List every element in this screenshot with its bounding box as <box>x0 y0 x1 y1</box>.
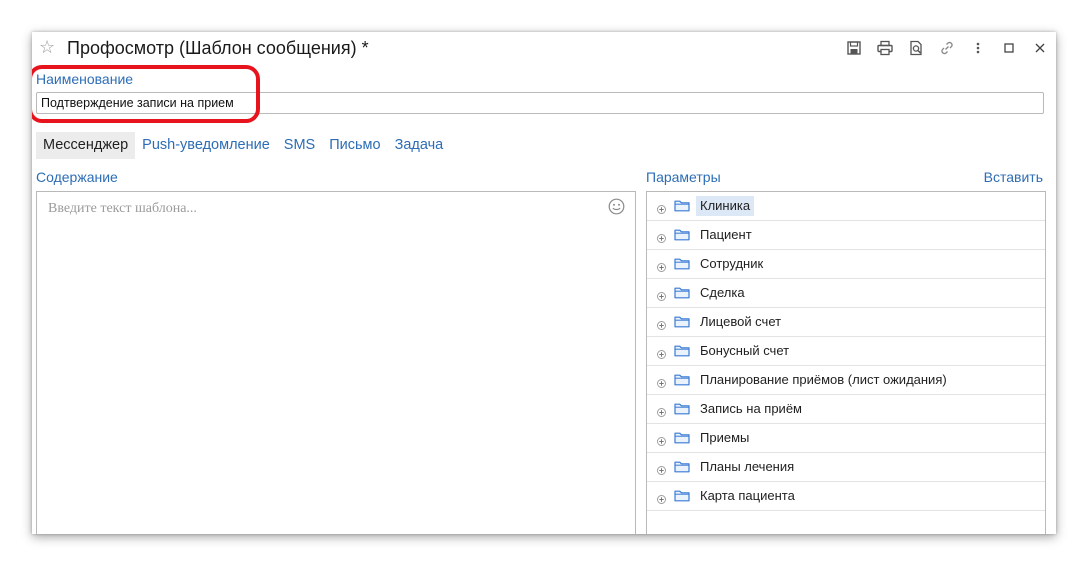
tab-push-notification[interactable]: Push-уведомление <box>135 132 277 159</box>
folder-icon <box>674 257 690 275</box>
title-bar: ☆ Профосмотр (Шаблон сообщения) * <box>32 32 1056 64</box>
tab-sms[interactable]: SMS <box>277 132 322 159</box>
expand-plus-icon[interactable] <box>657 433 666 446</box>
tree-row[interactable]: Сделка <box>647 279 1045 308</box>
template-text-editor[interactable]: Введите текст шаблона... <box>36 191 636 534</box>
parameters-tree: Клиника Пациент Сотрудник Сделка Лицевой… <box>646 191 1046 534</box>
expand-plus-icon[interactable] <box>657 346 666 359</box>
preview-icon[interactable] <box>903 38 928 58</box>
window-title: Профосмотр (Шаблон сообщения) * <box>67 38 369 58</box>
expand-plus-icon[interactable] <box>657 259 666 272</box>
tree-row[interactable]: Приемы <box>647 424 1045 453</box>
expand-plus-icon[interactable] <box>657 491 666 504</box>
tree-item-label: Приемы <box>700 430 750 445</box>
emoji-icon[interactable] <box>608 198 625 220</box>
tree-item-label: Пациент <box>700 227 752 242</box>
tree-row[interactable]: Планы лечения <box>647 453 1045 482</box>
close-icon[interactable] <box>1027 38 1052 58</box>
folder-icon <box>674 315 690 333</box>
tree-item-label: Клиника <box>696 196 755 216</box>
tree-row[interactable]: Клиника <box>647 192 1045 221</box>
tree-item-label: Запись на приём <box>700 401 802 416</box>
message-template-window: ☆ Профосмотр (Шаблон сообщения) * Наимен… <box>32 32 1056 534</box>
tree-row[interactable]: Планирование приёмов (лист ожидания) <box>647 366 1045 395</box>
tree-row[interactable]: Бонусный счет <box>647 337 1045 366</box>
tree-item-label: Планы лечения <box>700 459 795 474</box>
folder-icon <box>674 373 690 391</box>
title-bar-toolbar <box>841 38 1052 58</box>
print-icon[interactable] <box>872 38 897 58</box>
channel-tabs: Мессенджер Push-уведомление SMS Письмо З… <box>36 132 450 159</box>
more-options-icon[interactable] <box>965 38 990 58</box>
parameters-label: Параметры <box>646 169 721 185</box>
folder-icon <box>674 431 690 449</box>
folder-icon <box>674 286 690 304</box>
expand-plus-icon[interactable] <box>657 230 666 243</box>
folder-icon <box>674 199 690 217</box>
expand-plus-icon[interactable] <box>657 375 666 388</box>
folder-icon <box>674 402 690 420</box>
tree-row[interactable]: Сотрудник <box>647 250 1045 279</box>
name-field-label: Наименование <box>36 71 134 87</box>
tree-row[interactable]: Лицевой счет <box>647 308 1045 337</box>
tab-task[interactable]: Задача <box>388 132 451 159</box>
tree-row[interactable]: Запись на приём <box>647 395 1045 424</box>
tree-item-label: Сотрудник <box>700 256 764 271</box>
link-icon[interactable] <box>934 38 959 58</box>
folder-icon <box>674 489 690 507</box>
folder-icon <box>674 344 690 362</box>
tree-item-label: Бонусный счет <box>700 343 790 358</box>
expand-plus-icon[interactable] <box>657 288 666 301</box>
tree-item-label: Сделка <box>700 285 745 300</box>
name-input[interactable]: Подтверждение записи на прием <box>36 92 1044 114</box>
expand-plus-icon[interactable] <box>657 317 666 330</box>
folder-icon <box>674 228 690 246</box>
save-icon[interactable] <box>841 38 866 58</box>
editor-placeholder: Введите текст шаблона... <box>48 201 197 216</box>
tab-messenger[interactable]: Мессенджер <box>36 132 136 159</box>
expand-plus-icon[interactable] <box>657 201 666 214</box>
tree-item-label: Лицевой счет <box>700 314 782 329</box>
expand-plus-icon[interactable] <box>657 404 666 417</box>
tree-item-label: Карта пациента <box>700 488 795 503</box>
content-label: Содержание <box>36 169 118 185</box>
expand-plus-icon[interactable] <box>657 462 666 475</box>
tree-row[interactable]: Пациент <box>647 221 1045 250</box>
tab-letter[interactable]: Письмо <box>322 132 387 159</box>
maximize-icon[interactable] <box>996 38 1021 58</box>
favorite-star-icon[interactable]: ☆ <box>39 37 55 57</box>
tree-item-label: Планирование приёмов (лист ожидания) <box>700 372 947 387</box>
folder-icon <box>674 460 690 478</box>
tree-row[interactable]: Карта пациента <box>647 482 1045 511</box>
insert-button[interactable]: Вставить <box>984 169 1043 185</box>
